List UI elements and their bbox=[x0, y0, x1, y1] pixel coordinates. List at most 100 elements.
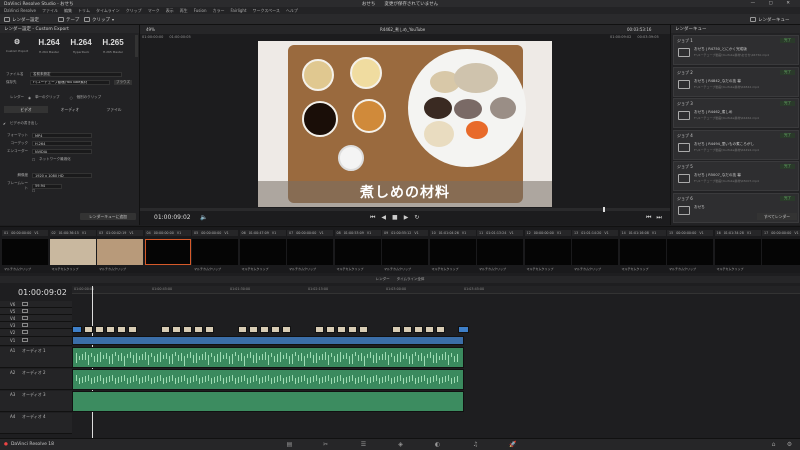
clip-thumbnail[interactable]: 17 00:00:00:00 V1 bbox=[762, 230, 800, 272]
track-monitor-icon[interactable] bbox=[22, 338, 28, 342]
clip-thumbnail[interactable]: 13 01:01:14:20 V1 マルチカムクリップ bbox=[572, 230, 618, 272]
timeline-clip-v2[interactable] bbox=[183, 326, 192, 333]
clip-thumbnail[interactable]: 11 01:01:13:24 V1 マルチカムクリップ bbox=[477, 230, 523, 272]
timeline-clip-v2[interactable] bbox=[337, 326, 346, 333]
stop-icon[interactable]: ■ bbox=[392, 214, 398, 222]
preset-h265-master[interactable]: H.265 H.265 Master bbox=[98, 35, 128, 57]
settings-icon[interactable]: ⚙ bbox=[786, 441, 793, 448]
clip-thumbnail[interactable]: 04 00:00:00:00 V1 bbox=[144, 230, 191, 272]
track-monitor-icon[interactable] bbox=[22, 316, 28, 320]
clip-thumbnail[interactable]: 09 01:00:55:12 V1 マルチカムクリップ bbox=[382, 230, 428, 272]
color-page-icon[interactable]: ◐ bbox=[434, 441, 441, 448]
tape-button[interactable]: テープ bbox=[58, 16, 79, 23]
prev-icon[interactable]: ⏮ bbox=[646, 214, 651, 222]
menu-item[interactable]: Fairlight bbox=[230, 8, 246, 13]
tab-video[interactable]: ビデオ bbox=[4, 106, 48, 113]
quality-checkbox[interactable]: ☐ bbox=[32, 189, 35, 193]
clip-thumbnail[interactable]: 14 01:01:16:08 V1 マルチカムクリップ bbox=[619, 230, 666, 272]
track-header[interactable]: A2 オーディオ 2 bbox=[0, 369, 72, 390]
volume-icon[interactable]: 🔈 bbox=[200, 214, 207, 221]
track-header[interactable]: V6 bbox=[0, 301, 72, 308]
timeline-clip-v2[interactable] bbox=[260, 326, 269, 333]
scrubber-handle[interactable] bbox=[603, 207, 605, 212]
encoder-select[interactable]: NVIDIA bbox=[32, 149, 92, 154]
play-icon[interactable]: ▶ bbox=[404, 214, 409, 222]
timeline-clip-v2[interactable] bbox=[194, 326, 203, 333]
location-input[interactable]: F:\ユーチューブ動画\YouTube素材 bbox=[30, 80, 110, 85]
timeline-clip-v2[interactable] bbox=[95, 326, 104, 333]
fairlight-page-icon[interactable]: ♫ bbox=[472, 441, 479, 448]
timeline-clip-v2[interactable] bbox=[72, 326, 82, 333]
menu-item[interactable]: ワークスペース bbox=[253, 8, 280, 14]
home-icon[interactable]: ⌂ bbox=[770, 441, 777, 448]
next-icon[interactable]: ⏭ bbox=[656, 214, 661, 222]
clip-thumbnail[interactable]: 08 01:00:53:09 V1 マルチカムクリップ bbox=[334, 230, 381, 272]
format-select[interactable]: MP4 bbox=[32, 133, 92, 138]
timeline-clip-v2[interactable] bbox=[425, 326, 434, 333]
radio-individual[interactable]: ○ bbox=[70, 96, 73, 100]
menu-item[interactable]: 編集 bbox=[64, 8, 72, 14]
edit-page-icon[interactable]: ☰ bbox=[360, 441, 367, 448]
render-job[interactable]: ジョブ 3 完了 おせち | R4462_煮しめ F:\ユーチューブ動画\You… bbox=[673, 98, 799, 128]
resolution-select[interactable]: 1920 x 1080 HD bbox=[32, 173, 92, 178]
timeline-clip-v2[interactable] bbox=[392, 326, 401, 333]
render-settings-button[interactable]: レンダー設定 bbox=[4, 16, 39, 23]
deliver-page-icon[interactable]: 🚀 bbox=[509, 441, 516, 448]
menu-item[interactable]: DaVinci Resolve bbox=[4, 8, 36, 13]
track-header[interactable]: V1 bbox=[0, 337, 72, 346]
preset-custom-export[interactable]: ⚙ Custom Export bbox=[2, 35, 32, 57]
track-header[interactable]: V3 bbox=[0, 322, 72, 329]
media-page-icon[interactable]: ▤ bbox=[286, 441, 293, 448]
fps-select[interactable]: 59.94 bbox=[32, 183, 62, 189]
tab-audio[interactable]: オーディオ bbox=[48, 106, 92, 113]
track-monitor-icon[interactable] bbox=[22, 309, 28, 313]
add-to-queue-button[interactable]: レンダーキューに追加 bbox=[80, 213, 136, 220]
render-job[interactable]: ジョブ 5 完了 おせち | R5007_なだの技 幕 F:\ユーチューブ動画\… bbox=[673, 161, 799, 191]
menu-item[interactable]: クリップ bbox=[126, 8, 142, 14]
timeline-clip-v2[interactable] bbox=[271, 326, 280, 333]
timeline-clip-v2[interactable] bbox=[282, 326, 291, 333]
track-header[interactable]: V4 bbox=[0, 315, 72, 322]
timeline-clip-a3[interactable] bbox=[72, 391, 464, 412]
track-monitor-icon[interactable] bbox=[22, 323, 28, 327]
window-controls[interactable]: — ▢ ✕ bbox=[751, 1, 796, 6]
file-name-input[interactable]: 名前未設定 bbox=[30, 72, 122, 77]
scrubber-bar[interactable] bbox=[140, 208, 670, 211]
menu-item[interactable]: 表示 bbox=[166, 8, 174, 14]
track-header[interactable]: A4 オーディオ 4 bbox=[0, 413, 72, 434]
timeline-clip-v2[interactable] bbox=[205, 326, 214, 333]
go-to-start-icon[interactable]: ⏮ bbox=[370, 214, 375, 222]
timeline-clip-v2[interactable] bbox=[359, 326, 368, 333]
render-job[interactable]: ジョブ 1 完了 おせち | R4750_とにかく完成版 F:\ユーチューブ動画… bbox=[673, 35, 799, 65]
clip-thumbnail[interactable]: 05 00:00:00:00 V1 マルチカムクリップ bbox=[192, 230, 238, 272]
render-queue-button[interactable]: レンダーキュー bbox=[750, 16, 790, 23]
menu-item[interactable]: トリム bbox=[78, 8, 90, 14]
timeline-clip-v2[interactable] bbox=[128, 326, 137, 333]
timeline-ruler[interactable]: 01:00:00:00 01:00:45:00 01:01:30:00 01:02:1… bbox=[72, 286, 800, 294]
render-job[interactable]: ジョブ 4 完了 おせち | R4494_里いもの煮ころがし F:\ユーチューブ… bbox=[673, 129, 799, 160]
track-header[interactable]: A3 オーディオ 3 bbox=[0, 391, 72, 412]
clip-thumbnail[interactable]: 01 00:00:00:00 V1 マルチカムクリップ bbox=[2, 230, 48, 272]
menu-item[interactable]: マーク bbox=[148, 8, 160, 14]
render-job[interactable]: ジョブ 2 完了 おせち | R4842_なだの技 幕 F:\ユーチューブ動画\… bbox=[673, 66, 799, 97]
clip-thumbnail[interactable]: 07 00:00:00:00 V1 マルチカムクリップ bbox=[287, 230, 333, 272]
loop-icon[interactable]: ↻ bbox=[414, 214, 419, 222]
timeline-clip-v2[interactable] bbox=[458, 326, 469, 333]
clip-thumbnail[interactable]: 03 01:00:02:19 V1 マルチカムクリップ bbox=[97, 230, 143, 272]
clip-thumbnail[interactable]: 12 00:00:00:00 V1 マルチカムクリップ bbox=[524, 230, 571, 272]
preset-h264-master[interactable]: H.264 H.264 Master bbox=[34, 35, 64, 57]
step-back-icon[interactable]: ◀ bbox=[381, 214, 386, 222]
menu-item[interactable]: カラー bbox=[212, 8, 224, 14]
timeline-clip-v2[interactable] bbox=[238, 326, 247, 333]
track-monitor-icon[interactable] bbox=[22, 330, 28, 334]
codec-select[interactable]: H.264 bbox=[32, 141, 92, 146]
timeline-clip-v2[interactable] bbox=[326, 326, 335, 333]
menu-item[interactable]: ファイル bbox=[42, 8, 58, 14]
preset-hyperdeck[interactable]: H.264 HyperDeck bbox=[66, 35, 96, 57]
timeline-clip-v2[interactable] bbox=[161, 326, 170, 333]
tab-file[interactable]: ファイル bbox=[92, 106, 136, 113]
cut-page-icon[interactable]: ✂ bbox=[322, 441, 329, 448]
track-header[interactable]: V2 bbox=[0, 329, 72, 337]
radio-single[interactable]: ◉ bbox=[28, 96, 31, 100]
clip-thumbnail[interactable]: 02 01:00:36:15 V1 マルチカムクリップ bbox=[49, 230, 96, 272]
